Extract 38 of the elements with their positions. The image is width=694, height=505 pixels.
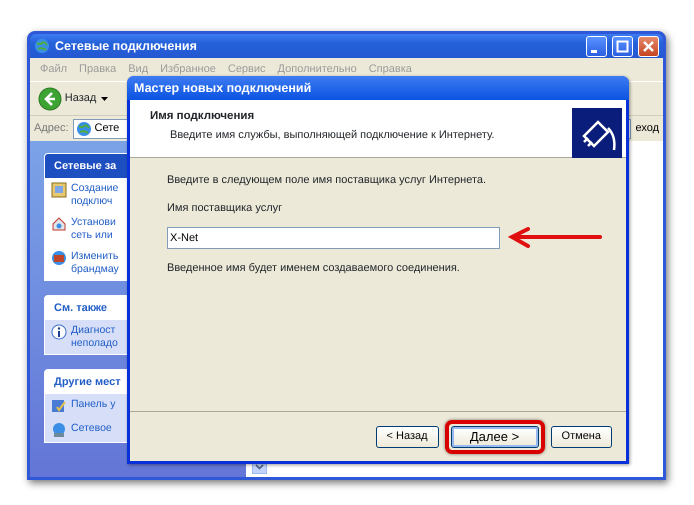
header-subtitle: Введите имя службы, выполняющей подключение к Интернету. [169, 128, 494, 144]
task-link[interactable]: Панель у [71, 398, 116, 414]
minimize-icon [591, 50, 597, 52]
network-globe-icon [76, 120, 92, 136]
menu-item[interactable]: Сервис [228, 61, 266, 78]
task-link[interactable]: Создание подключ [71, 182, 118, 208]
dropdown-caret-icon[interactable] [101, 96, 108, 100]
back-button[interactable]: Назад [38, 86, 96, 110]
close-button[interactable] [638, 36, 659, 56]
task-link[interactable]: Диагност неполадо [71, 324, 118, 350]
globe-computer-icon [51, 422, 67, 438]
maximize-button[interactable] [612, 36, 633, 56]
dialog-title: Мастер новых подключений [127, 76, 629, 100]
info-icon [51, 324, 67, 340]
window-title: Сетевые подключения [55, 38, 198, 55]
control-panel-icon [51, 398, 67, 414]
wizard-button[interactable]: Далее > [450, 426, 539, 448]
task-link[interactable]: Установи сеть или [71, 216, 116, 242]
house-icon [51, 216, 67, 232]
go-button[interactable]: еход [635, 120, 659, 137]
task-link[interactable]: Сетевое [71, 422, 112, 438]
address-label: Адрес: [34, 121, 69, 136]
network-globe-icon [34, 38, 50, 54]
menu-item[interactable]: Вид [128, 61, 148, 78]
menu-item[interactable]: Избранное [160, 61, 216, 78]
header-title: Имя подключения [150, 109, 256, 124]
menu-item[interactable]: Правка [79, 61, 116, 78]
intro-text: Введите в следующем поле имя поставщика услуг Интернета. [167, 173, 488, 188]
field-label: Имя поставщика услуг [167, 200, 284, 216]
task-link[interactable]: Изменить брандмау [71, 250, 119, 276]
menu-item[interactable]: Дополнительно [278, 61, 357, 78]
note-text: Введенное имя будет именем создаваемого соединения. [167, 261, 461, 276]
wizard-button[interactable]: Отмена [550, 426, 612, 448]
menu-item[interactable]: Справка [368, 61, 412, 78]
wizard-button[interactable]: < Назад [376, 426, 439, 448]
menu-item[interactable]: Файл [40, 61, 68, 78]
provider-name-field[interactable]: X-Net [167, 227, 500, 249]
minimize-button[interactable] [586, 36, 607, 56]
